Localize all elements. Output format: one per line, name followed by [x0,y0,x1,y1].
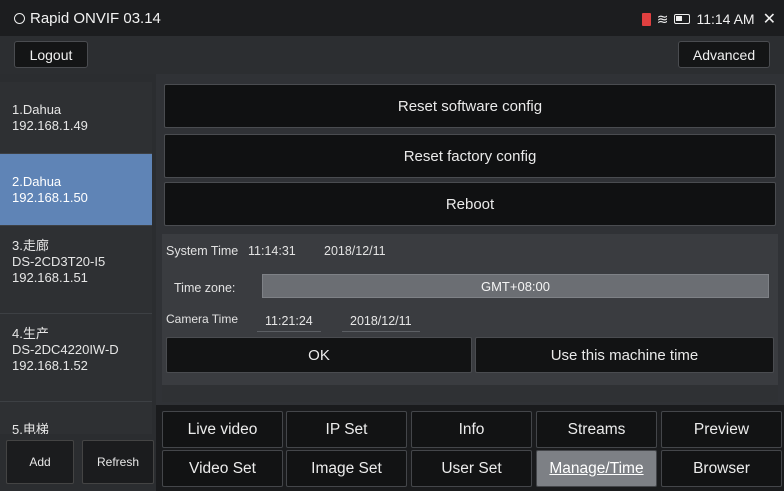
manage-panel: Reset software config Reset factory conf… [156,74,784,405]
tab-ip-set[interactable]: IP Set [286,411,407,448]
device-item-line: DS-2DC4220IW-D [12,342,119,357]
tab-image-set[interactable]: Image Set [286,450,407,487]
close-icon[interactable]: ✕ [763,9,776,29]
device-item-line: 192.168.1.51 [12,270,88,285]
device-item-line: 5.电梯 [12,422,49,434]
device-item-line: 2.Dahua [12,174,62,189]
reset-factory-config-button[interactable]: Reset factory config [164,134,776,178]
advanced-button[interactable]: Advanced [678,41,770,68]
status-icons: ≋ 11:14 AM ✕ [641,9,776,29]
device-item[interactable]: 4.生产 DS-2DC4220IW-D 192.168.1.52 [0,314,152,402]
device-item[interactable]: 3.走廊 DS-2CD3T20-I5 192.168.1.51 [0,226,152,314]
tab-preview[interactable]: Preview [661,411,782,448]
panel-footer [162,385,778,402]
logout-button[interactable]: Logout [14,41,88,68]
sim-icon [641,12,651,26]
system-time-value: 11:14:31 [248,244,296,258]
device-item[interactable]: 5.电梯DS-2CD3T20-I5 [0,402,152,434]
add-device-button[interactable]: Add [6,440,74,484]
top-bar: Logout Advanced [0,36,784,74]
tab-streams[interactable]: Streams [536,411,657,448]
device-item-line: 192.168.1.49 [12,118,88,133]
device-sidebar: 1.Dahua 192.168.1.49 2.Dahua 192.168.1.50 3.… [0,74,156,491]
ok-button[interactable]: OK [166,337,472,373]
camera-time-field[interactable]: 11:21:24 [257,314,321,332]
time-panel: System Time 11:14:31 2018/12/11 Time zon… [162,234,778,402]
refresh-button[interactable]: Refresh [82,440,154,484]
tab-live-video[interactable]: Live video [162,411,283,448]
battery-icon [674,14,691,24]
tab-user-set[interactable]: User Set [411,450,532,487]
status-bar: Rapid ONVIF 03.14 ≋ 11:14 AM ✕ [0,0,784,36]
camera-time-label: Camera Time [166,312,239,326]
system-date-value: 2018/12/11 [324,244,386,258]
timezone-label: Time zone: [174,281,236,295]
function-tabs: Live video IP Set Info Streams Preview Video … [162,411,782,489]
reset-software-config-button[interactable]: Reset software config [164,84,776,128]
app-title: Rapid ONVIF 03.14 [14,10,161,27]
use-machine-time-button[interactable]: Use this machine time [475,337,774,373]
tab-video-set[interactable]: Video Set [162,450,283,487]
copyright-icon [14,13,25,24]
app-title-text: Rapid ONVIF 03.14 [30,10,161,27]
device-item-line: 4.生产 [12,326,49,341]
tab-info[interactable]: Info [411,411,532,448]
tab-manage-time[interactable]: Manage/Time [536,450,657,487]
device-item[interactable]: 2.Dahua 192.168.1.50 [0,154,152,226]
tab-browser[interactable]: Browser [661,450,782,487]
device-item-line: DS-2CD3T20-I5 [12,254,106,269]
device-item-line: 1.Dahua [12,102,62,117]
clock-time: 11:14 AM [696,11,755,27]
camera-date-field[interactable]: 2018/12/11 [342,314,420,332]
device-item-line: 3.走廊 [12,238,49,253]
device-item[interactable]: 1.Dahua 192.168.1.49 [0,82,152,154]
wifi-icon: ≋ [656,10,669,27]
reboot-button[interactable]: Reboot [164,182,776,226]
system-time-label: System Time [166,244,239,258]
device-item-line: 192.168.1.50 [12,190,88,205]
device-item-line: 192.168.1.52 [12,358,88,373]
timezone-select[interactable]: GMT+08:00 [262,274,769,298]
device-list[interactable]: 1.Dahua 192.168.1.49 2.Dahua 192.168.1.50 3.… [0,82,152,434]
